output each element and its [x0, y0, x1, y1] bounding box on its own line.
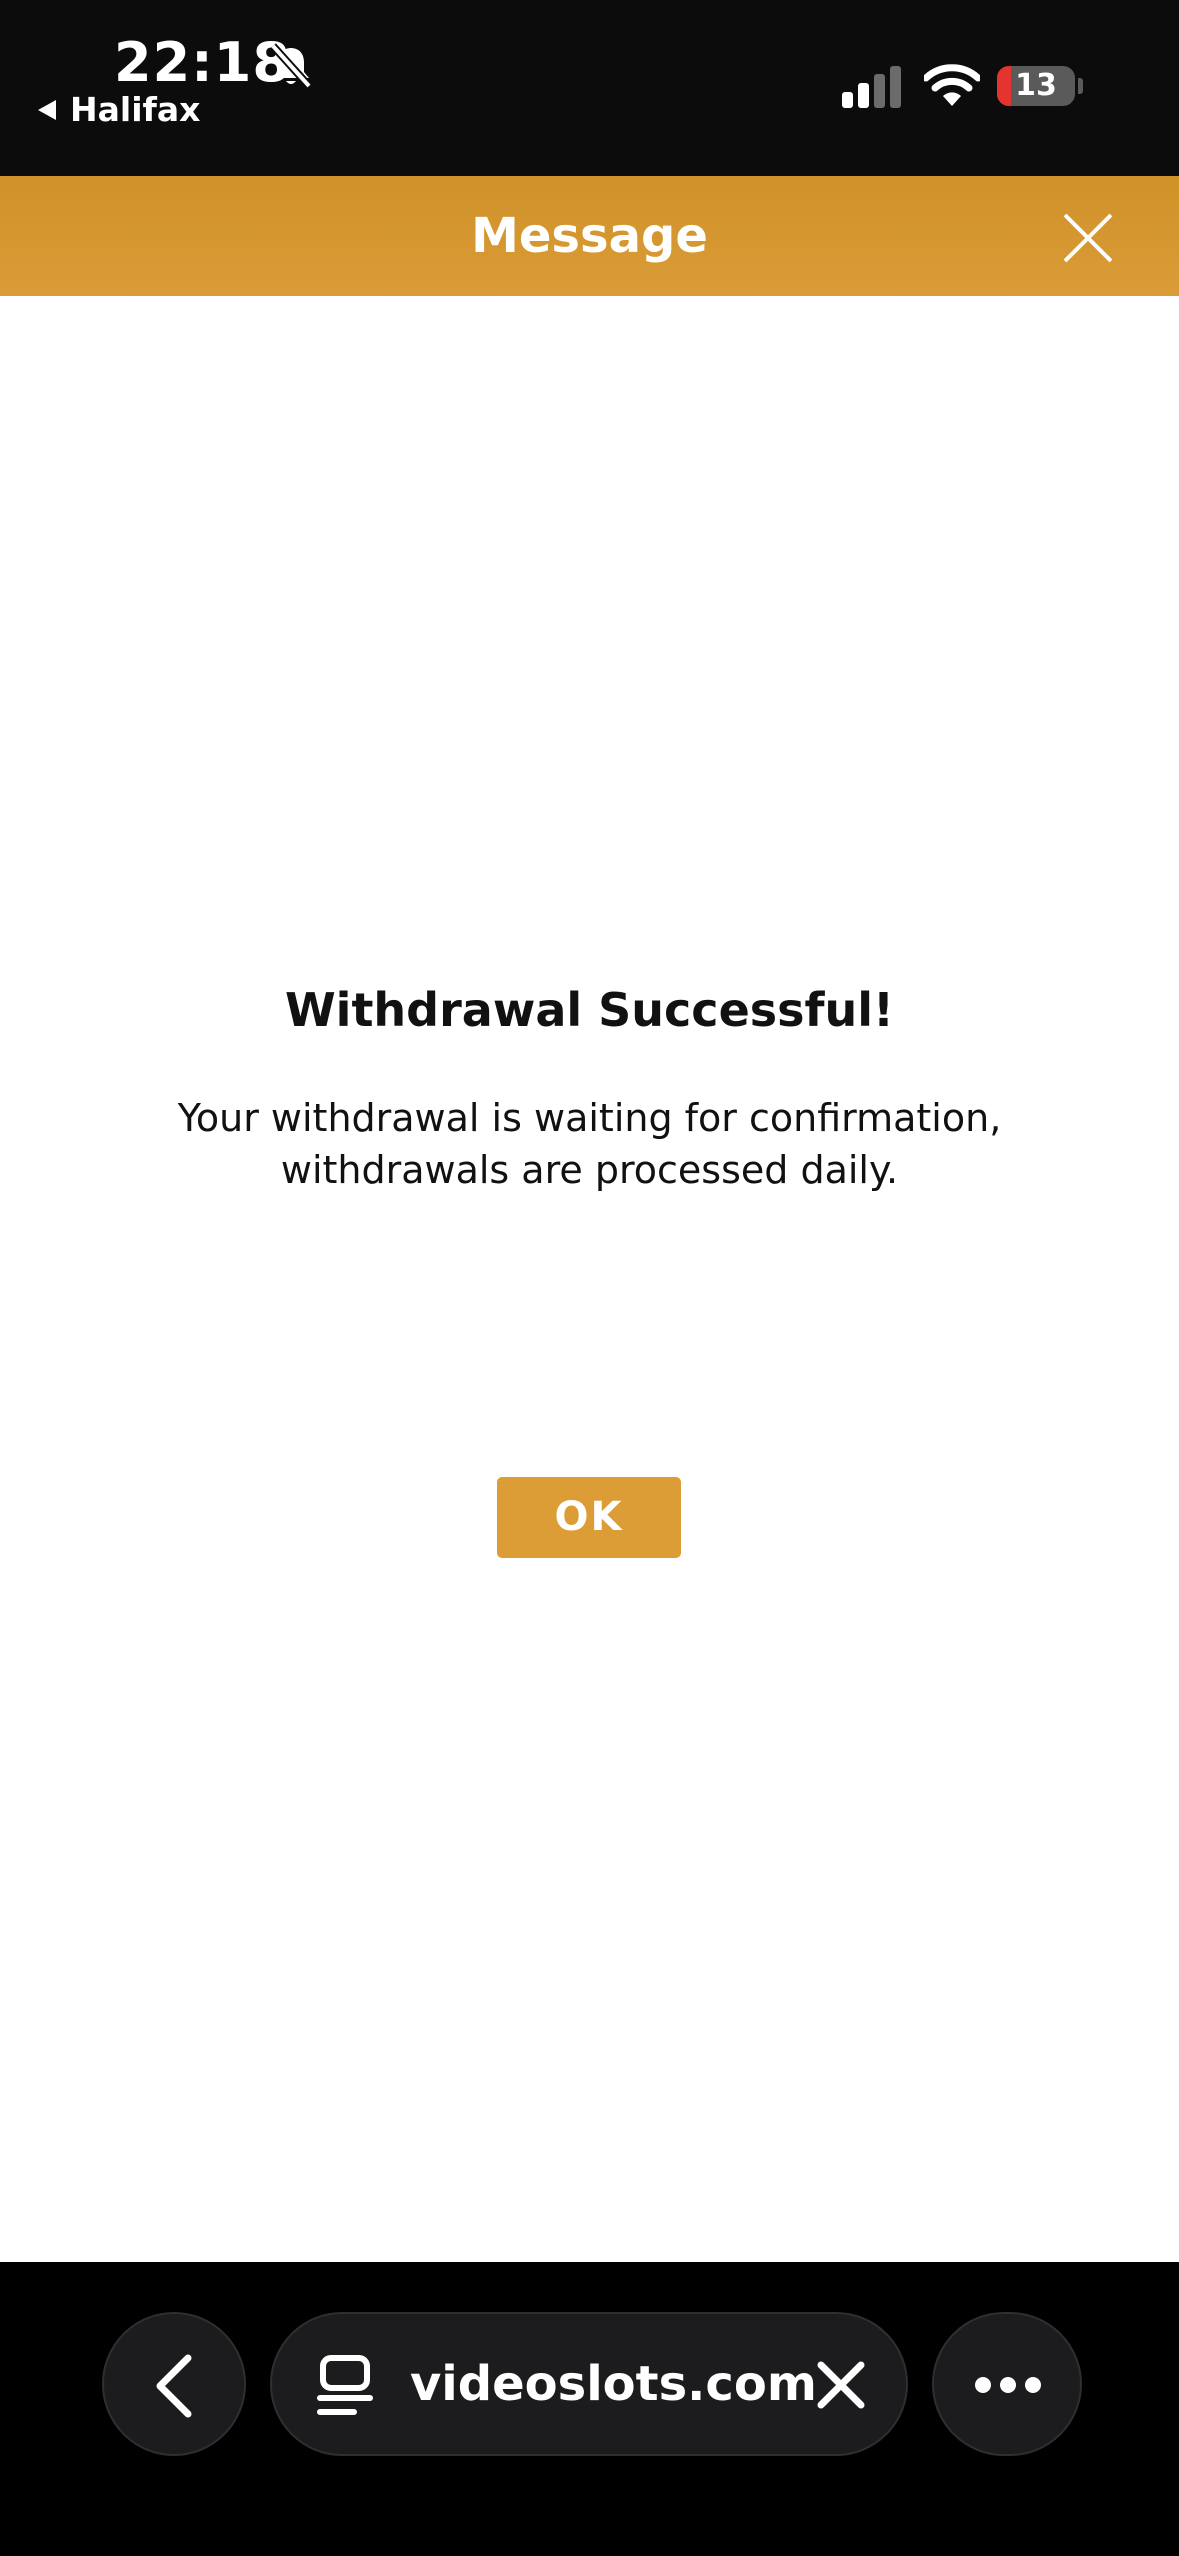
close-icon[interactable] — [1062, 212, 1114, 264]
dialog-body-line-2: withdrawals are processed daily. — [280, 1148, 899, 1192]
back-to-app-link[interactable]: Halifax — [38, 90, 200, 130]
ok-button[interactable]: OK — [497, 1477, 681, 1558]
browser-toolbar: videoslots.com — [0, 2262, 1179, 2556]
url-text: videoslots.com — [410, 2356, 817, 2412]
cellular-signal-icon — [842, 66, 901, 108]
wifi-icon — [924, 64, 980, 106]
back-app-label: Halifax — [70, 90, 201, 129]
status-time: 22:18 — [114, 31, 291, 94]
back-triangle-icon — [38, 100, 56, 120]
address-bar[interactable]: videoslots.com — [270, 2312, 908, 2456]
back-button[interactable] — [102, 2312, 246, 2456]
clear-icon[interactable] — [816, 2360, 866, 2410]
dialog-title: Withdrawal Successful! — [284, 983, 895, 1037]
more-icon — [975, 2377, 1041, 2393]
chevron-left-icon — [156, 2354, 192, 2418]
battery-cap — [1078, 78, 1083, 94]
bell-slash-icon — [270, 43, 312, 89]
battery-icon: 13 — [997, 66, 1075, 106]
dialog-body-line-1: Your withdrawal is waiting for confirmat… — [177, 1096, 1002, 1140]
tab-icon — [317, 2355, 373, 2415]
more-button[interactable] — [932, 2312, 1082, 2456]
battery-level: 13 — [1015, 68, 1057, 103]
dialog-body: Your withdrawal is waiting for confirmat… — [0, 1092, 1179, 1196]
header-title: Message — [471, 208, 708, 264]
message-header: Message — [0, 176, 1179, 296]
status-bar: 22:18 Halifax 13 — [0, 0, 1179, 176]
